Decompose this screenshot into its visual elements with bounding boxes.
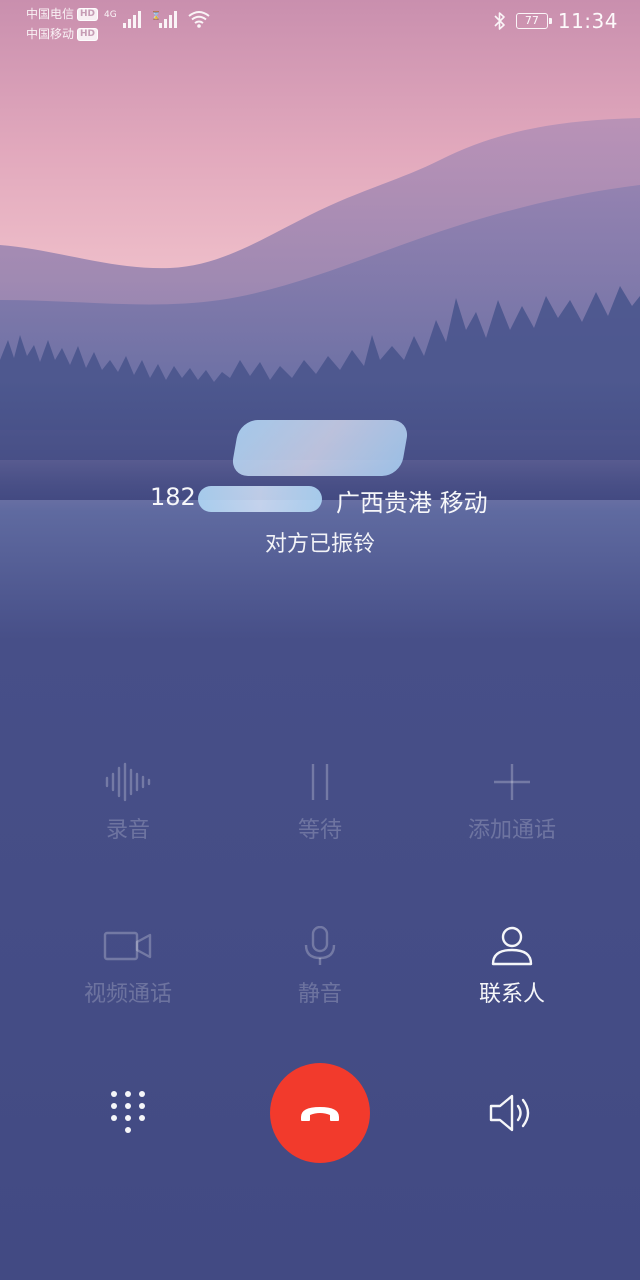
status-right: 77 11:34 (494, 9, 618, 33)
caller-number-prefix: 182 (150, 483, 196, 511)
carrier-1-label: 中国电信 (26, 7, 75, 21)
record-button[interactable]: 录音 (32, 762, 224, 844)
plus-icon (494, 764, 530, 800)
waveform-icon (105, 762, 151, 802)
person-icon (491, 926, 533, 966)
speaker-button[interactable] (488, 1092, 536, 1138)
hd-badge: HD (77, 7, 99, 21)
caller-location: 广西贵港 移动 (336, 489, 488, 517)
hd-badge: HD (77, 27, 99, 41)
mute-button[interactable]: 静音 (224, 926, 416, 1008)
video-call-label: 视频通话 (83, 982, 172, 1007)
caller-info (0, 410, 640, 476)
battery-level: 77 (524, 14, 539, 27)
contacts-label: 联系人 (478, 982, 545, 1007)
pause-icon (311, 764, 329, 800)
mute-label: 静音 (297, 982, 342, 1007)
status-bar: 中国电信 HD 中国移动 HD 4G ⌛ 77 11:34 (0, 0, 640, 48)
end-call-button[interactable] (270, 1063, 370, 1163)
speaker-icon (489, 1094, 530, 1132)
status-clock: 11:34 (557, 9, 618, 33)
add-call-label: 添加通话 (467, 818, 556, 843)
bluetooth-icon (494, 12, 505, 30)
caller-number-redacted (198, 486, 322, 512)
hang-up-icon (301, 1107, 339, 1121)
signal-strength-icon (122, 11, 141, 28)
carrier-info: 中国电信 HD 中国移动 HD (26, 4, 99, 44)
signal-indicators: 4G ⌛ (104, 10, 211, 28)
sim-2-signal-strength-icon: ⌛ (151, 10, 177, 28)
network-type-label: 4G (104, 10, 117, 20)
hold-label: 等待 (297, 818, 342, 843)
microphone-icon (304, 926, 336, 965)
dialpad-button[interactable] (108, 1090, 148, 1140)
caller-name-redacted (230, 420, 410, 476)
svg-text:⌛: ⌛ (151, 10, 161, 20)
carrier-2-label: 中国移动 (26, 27, 75, 41)
video-call-button[interactable]: 视频通话 (32, 926, 224, 1008)
video-camera-icon (103, 931, 152, 961)
contacts-button[interactable]: 联系人 (416, 926, 608, 1008)
wifi-icon (188, 11, 210, 28)
hold-button[interactable]: 等待 (224, 762, 416, 844)
record-label: 录音 (105, 818, 150, 843)
dialpad-icon (111, 1091, 145, 1133)
caller-number-row: 182 广西贵港 移动 (0, 480, 640, 517)
call-status: 对方已振铃 (264, 532, 375, 557)
battery-indicator: 77 (515, 13, 552, 29)
add-call-button[interactable]: 添加通话 (416, 762, 608, 844)
